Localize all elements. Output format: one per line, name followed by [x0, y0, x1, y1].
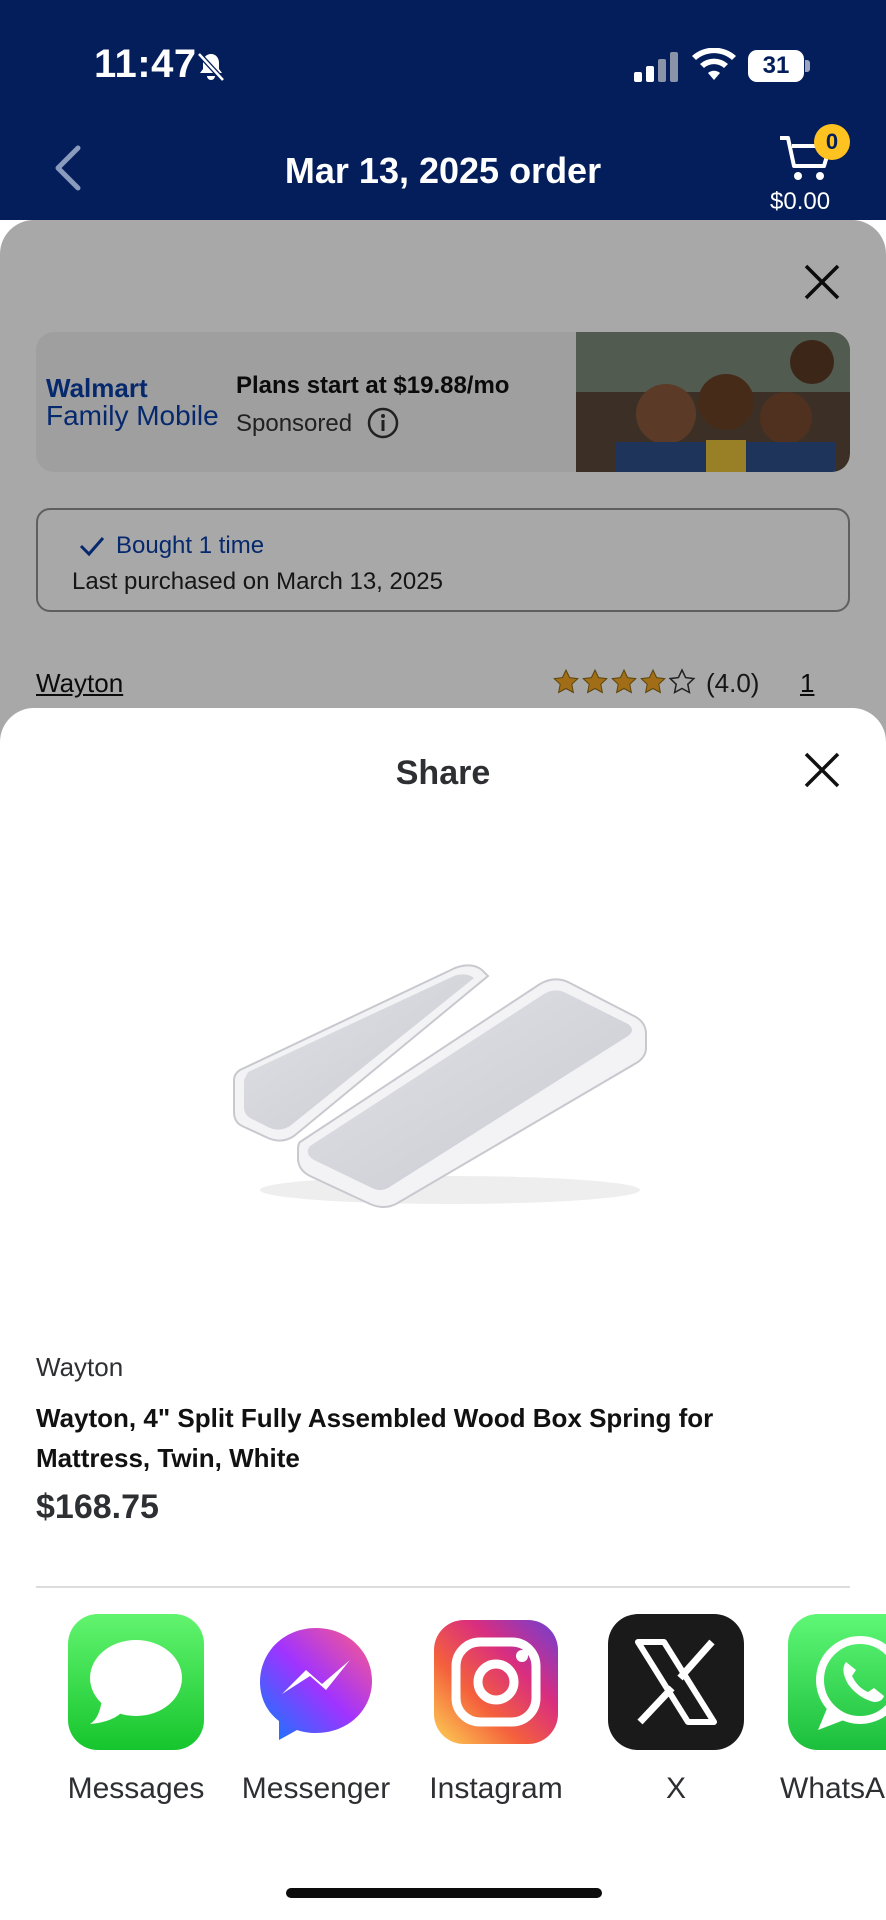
- messages-icon: [68, 1614, 204, 1750]
- wifi-icon: [692, 48, 736, 80]
- product-brand: Wayton: [36, 1352, 124, 1382]
- share-messenger-button[interactable]: Messenger: [204, 1614, 390, 1814]
- battery-icon: 31: [748, 50, 810, 82]
- share-messages-button[interactable]: Messages: [24, 1614, 204, 1814]
- share-title: Share: [395, 754, 491, 792]
- share-x-button[interactable]: X: [564, 1614, 744, 1814]
- product-price: $168.75: [36, 1488, 159, 1526]
- whatsapp-icon: [788, 1614, 886, 1750]
- product-title: Wayton, 4" Split Fully Assembled Wood Bo…: [36, 1403, 714, 1473]
- status-time: 11:47: [94, 42, 197, 86]
- divider: [36, 1586, 850, 1588]
- app-header: 11:47 31 Mar 13, 2025 order 0 $0.00: [0, 0, 886, 220]
- share-whatsapp-button[interactable]: WhatsA: [744, 1614, 886, 1814]
- silent-bell-icon: [197, 52, 225, 82]
- product-image: [233, 964, 647, 1208]
- share-instagram-button[interactable]: Instagram: [384, 1614, 564, 1814]
- cart-count-badge: 0: [814, 124, 850, 160]
- cart-total: $0.00: [770, 188, 831, 215]
- close-share-icon[interactable]: [802, 750, 842, 790]
- home-indicator[interactable]: [286, 1888, 602, 1898]
- messenger-icon: [248, 1614, 384, 1750]
- battery-level: 31: [762, 52, 790, 79]
- instagram-icon: [428, 1614, 564, 1750]
- x-icon: [608, 1614, 744, 1750]
- page-title: Mar 13, 2025 order: [284, 150, 602, 191]
- cellular-signal-icon: [634, 52, 678, 82]
